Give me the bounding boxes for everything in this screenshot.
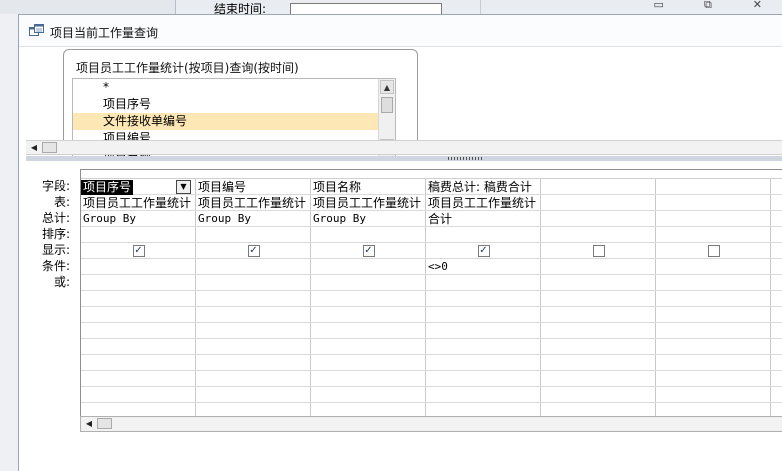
minimize-icon[interactable]: ▭ [644,0,674,12]
design-grid: 项目序号 ▼ 项目员工工作量统计 Group By ✓ 项目编号 项目员工工作量统计 Grou… [80,169,782,419]
grid-row-label: 显示: [41,243,70,257]
grid-or-cell[interactable] [81,275,196,291]
grid-field-cell[interactable]: 项目序号 ▼ [81,179,196,195]
scroll-thumb[interactable] [42,142,57,153]
grid-row-label: 或: [53,275,70,289]
background-window-controls: ▭ ⧉ ✕ [634,0,782,14]
grid-show-cell: ✓ [311,243,426,259]
grid-field-cell[interactable]: 稿费总计: 稿费合计 [426,179,541,195]
table-field-item[interactable]: 文件接收单编号 [73,113,395,130]
grid-table-cell[interactable] [541,195,656,211]
grid-criteria-cell[interactable] [81,259,196,275]
show-checkbox[interactable]: ✓ [132,245,145,257]
scroll-left-icon[interactable]: ◀ [83,418,95,430]
grid-show-cell: ✓ [426,243,541,259]
grid-row-label: 字段: [41,179,70,193]
grid-show-cell [656,243,771,259]
column-selector-row[interactable] [81,170,782,179]
scroll-up-icon[interactable]: ▲ [380,80,394,94]
grid-field-cell[interactable] [656,179,771,195]
grid-sort-cell[interactable] [656,227,771,243]
grid-column: 稿费总计: 稿费合计 项目员工工作量统计 合计 ✓ <>0 [426,179,541,419]
grid-table-cell[interactable]: 项目员工工作量统计 [426,195,541,211]
grid-total-cell[interactable] [541,211,656,227]
scroll-thumb[interactable] [97,418,112,429]
grid-sort-cell[interactable] [541,227,656,243]
grid-field-cell[interactable] [541,179,656,195]
grid-column: 项目序号 ▼ 项目员工工作量统计 Group By ✓ [81,179,196,419]
show-checkbox[interactable] [707,245,720,257]
grid-column: 项目名称 项目员工工作量统计 Group By ✓ [311,179,426,419]
close-icon[interactable]: ✕ [742,0,772,12]
grid-column [656,179,771,419]
scroll-left-icon[interactable]: ◀ [28,142,40,154]
grid-sort-cell[interactable] [81,227,196,243]
grid-row-label: 总计: [41,211,70,225]
scroll-thumb[interactable] [381,97,393,113]
window-title-bar[interactable]: 项目当前工作量查询 [19,15,782,47]
background-left-edge [0,14,18,471]
grid-or-cell[interactable] [656,275,771,291]
chevron-down-icon[interactable]: ▼ [176,180,191,194]
grid-total-cell[interactable]: 合计 [426,211,541,227]
show-checkbox[interactable]: ✓ [477,245,490,257]
grid-criteria-cell[interactable] [541,259,656,275]
grid-total-cell[interactable]: Group By [81,211,196,227]
source-table-title: 项目员工工作量统计(按项目)查询(按时间) [76,61,299,75]
grid-criteria-cell[interactable]: <>0 [426,259,541,275]
restore-icon[interactable]: ⧉ [693,0,723,12]
table-pane-horizontal-scrollbar[interactable]: ◀ [26,140,782,155]
grid-column: 项目编号 项目员工工作量统计 Group By ✓ [196,179,311,419]
table-field-item[interactable]: 项目序号 [73,96,395,113]
grid-criteria-cell[interactable] [196,259,311,275]
grid-or-cell[interactable] [541,275,656,291]
show-checkbox[interactable]: ✓ [362,245,375,257]
splitter-grip-icon[interactable] [448,157,484,160]
grid-sort-cell[interactable] [311,227,426,243]
grid-row-label: 表: [53,195,70,209]
grid-show-cell: ✓ [81,243,196,259]
grid-total-cell[interactable] [656,211,771,227]
grid-show-cell: ✓ [196,243,311,259]
grid-row-label: 排序: [41,227,70,241]
grid-total-cell[interactable]: Group By [196,211,311,227]
grid-field-cell[interactable]: 项目编号 [196,179,311,195]
grid-criteria-cell[interactable] [656,259,771,275]
grid-table-cell[interactable] [656,195,771,211]
show-checkbox[interactable] [592,245,605,257]
grid-column [541,179,656,419]
design-grid-pane: 字段: 表: 总计: 排序: 显示: 条件: 或: 项目序号 ▼ 项目员工工作量统计 Group … [26,161,782,460]
grid-row-labels: 字段: 表: 总计: 排序: 显示: 条件: 或: [26,178,72,290]
grid-sort-cell[interactable] [196,227,311,243]
grid-table-cell[interactable]: 项目员工工作量统计 [81,195,196,211]
grid-total-cell[interactable]: Group By [311,211,426,227]
grid-show-cell [541,243,656,259]
grid-table-cell[interactable]: 项目员工工作量统计 [196,195,311,211]
grid-or-cell[interactable] [311,275,426,291]
grid-table-cell[interactable]: 项目员工工作量统计 [311,195,426,211]
table-pane: 项目员工工作量统计(按项目)查询(按时间) *项目序号文件接收单编号项目编号项目… [19,47,782,156]
window-title: 项目当前工作量查询 [50,26,159,40]
grid-field-cell[interactable]: 项目名称 [311,179,426,195]
grid-horizontal-scrollbar[interactable]: ◀ [80,416,782,432]
grid-or-cell[interactable] [426,275,541,291]
field-dropdown[interactable]: 项目序号 ▼ [81,179,193,195]
grid-or-cell[interactable] [196,275,311,291]
query-icon [29,24,44,36]
grid-sort-cell[interactable] [426,227,541,243]
table-field-item[interactable]: * [73,79,395,96]
field-dropdown-value: 项目序号 [81,180,134,195]
grid-criteria-cell[interactable] [311,259,426,275]
grid-row-label: 条件: [41,259,70,273]
show-checkbox[interactable]: ✓ [247,245,260,257]
